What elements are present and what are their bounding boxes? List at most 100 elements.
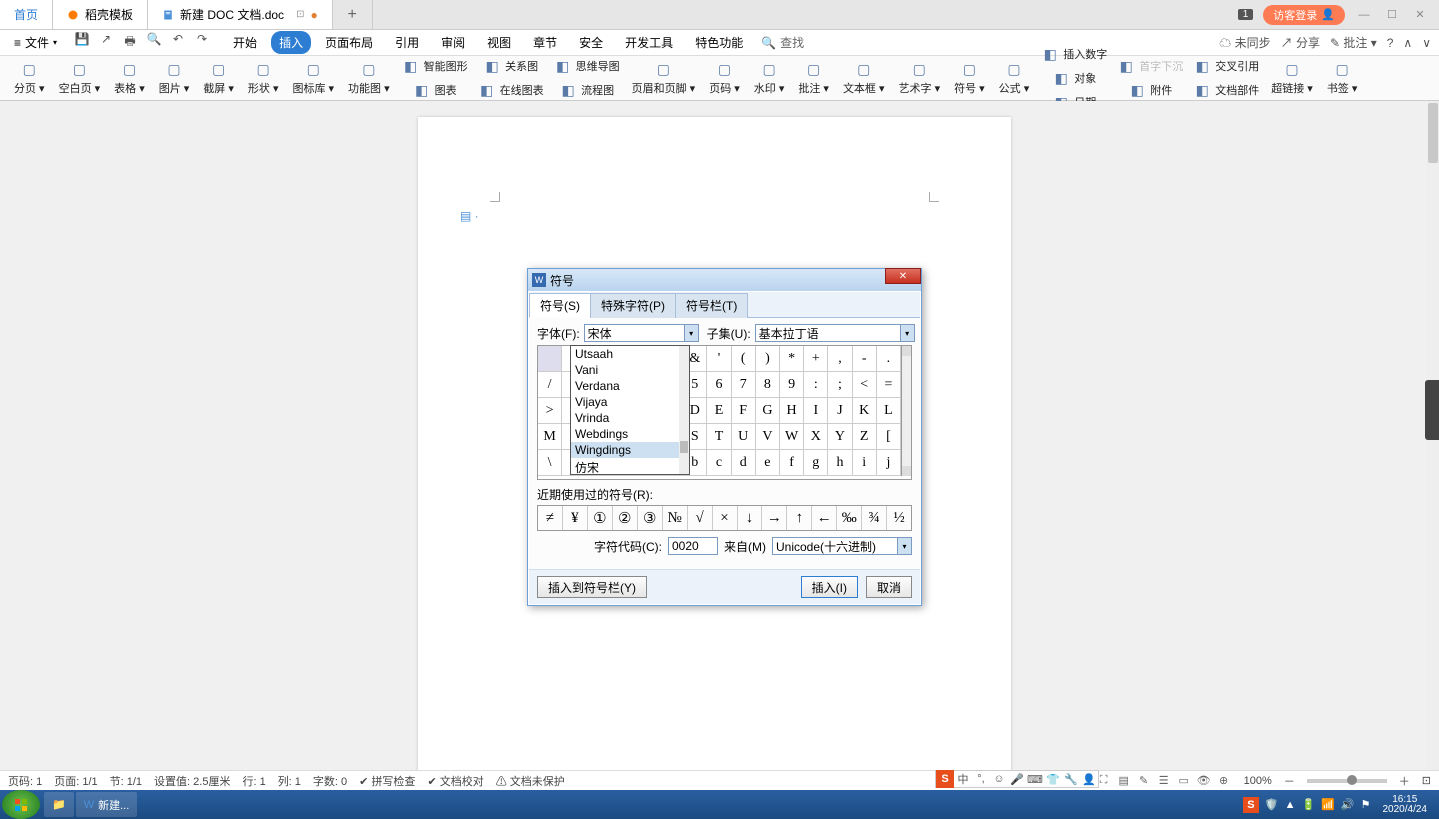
font-dropdown-list[interactable]: UtsaahVaniVerdanaVijayaVrindaWebdingsWin… (570, 345, 690, 475)
file-menu[interactable]: ≡文件▾ (8, 32, 63, 53)
ribbon-分页[interactable]: ▢分页 ▾ (8, 61, 51, 96)
dialog-tab-0[interactable]: 符号(S) (529, 293, 591, 318)
dialog-titlebar[interactable]: W 符号 ✕ (528, 269, 921, 291)
ribbon-图片[interactable]: ▢图片 ▾ (153, 61, 196, 96)
sync-status[interactable]: ☁ 未同步 (1219, 34, 1270, 51)
zoom-in-button[interactable]: ＋ (1399, 773, 1410, 789)
font-option[interactable]: Verdana (571, 378, 689, 394)
view-print-icon[interactable]: ▤ (1116, 773, 1132, 789)
font-option[interactable]: Vani (571, 362, 689, 378)
char-cell[interactable]: F (732, 398, 756, 424)
ribbon-图标库[interactable]: ▢图标库 ▾ (286, 61, 340, 96)
window-maximize[interactable]: ☐ (1383, 6, 1401, 24)
char-code-input[interactable]: 0020 (668, 537, 718, 555)
tray-volume-icon[interactable]: 🔊 (1341, 798, 1355, 811)
char-cell[interactable]: T (707, 424, 731, 450)
ime-lang-icon[interactable]: 中 (954, 770, 972, 788)
recent-symbol[interactable]: ≠ (538, 506, 563, 530)
status-position[interactable]: 设置值: 2.5厘米 (154, 773, 230, 789)
tray-expand-icon[interactable]: ▲ (1285, 799, 1296, 811)
ime-skin-icon[interactable]: 👕 (1044, 770, 1062, 788)
tray-shield-icon[interactable]: 🛡️ (1265, 798, 1279, 811)
window-minimize[interactable]: — (1355, 6, 1373, 24)
qa-preview[interactable]: 🔍 (145, 32, 163, 53)
chevron-down-icon[interactable]: ▾ (900, 325, 914, 341)
char-cell[interactable]: [ (877, 424, 901, 450)
ribbon-附件[interactable]: ◧附件 (1113, 79, 1187, 101)
char-cell[interactable]: Y (828, 424, 852, 450)
share-button[interactable]: ↗ 分享 (1281, 34, 1320, 51)
view-web-icon[interactable]: ☰ (1156, 773, 1172, 789)
ribbon-tab-5[interactable]: 视图 (479, 31, 519, 54)
taskbar-explorer[interactable]: 📁 (44, 792, 74, 817)
ime-emoji-icon[interactable]: ☺ (990, 770, 1008, 788)
recent-symbol[interactable]: ① (588, 506, 613, 530)
recent-symbol[interactable]: № (663, 506, 688, 530)
view-eye-icon[interactable]: 👁 (1196, 773, 1212, 789)
tray-battery-icon[interactable]: 🔋 (1302, 798, 1316, 811)
char-cell[interactable]: + (804, 346, 828, 372)
ime-tool-icon[interactable]: 🔧 (1062, 770, 1080, 788)
ribbon-页眉和页脚[interactable]: ▢页眉和页脚 ▾ (626, 61, 702, 96)
zoom-slider[interactable] (1307, 779, 1387, 783)
char-cell[interactable]: i (853, 450, 877, 476)
dialog-tab-1[interactable]: 特殊字符(P) (590, 293, 676, 318)
recent-symbol[interactable]: → (762, 506, 787, 530)
ribbon-tab-0[interactable]: 开始 (225, 31, 265, 54)
help-icon[interactable]: ? (1387, 36, 1394, 50)
ribbon-插入数字[interactable]: ◧插入数字 (1037, 43, 1111, 65)
subset-combo[interactable]: 基本拉丁语 ▾ (755, 324, 915, 342)
ribbon-表格[interactable]: ▢表格 ▾ (108, 61, 151, 96)
tray-ime-icon[interactable]: S (1243, 797, 1259, 813)
vertical-scrollbar[interactable] (1427, 101, 1439, 789)
taskbar-wps[interactable]: W新建... (76, 792, 138, 817)
ribbon-形状[interactable]: ▢形状 ▾ (242, 61, 285, 96)
zoom-value[interactable]: 100% (1244, 775, 1272, 787)
zoom-fit-button[interactable]: ⊡ (1422, 774, 1431, 787)
view-outline-icon[interactable]: ✎ (1136, 773, 1152, 789)
font-option[interactable]: Vijaya (571, 394, 689, 410)
char-cell[interactable]: , (828, 346, 852, 372)
char-cell[interactable]: G (756, 398, 780, 424)
tray-flag-icon[interactable]: ⚑ (1361, 798, 1371, 811)
qa-save[interactable]: 💾 (73, 32, 91, 53)
char-cell[interactable]: \ (538, 450, 562, 476)
char-cell[interactable]: H (780, 398, 804, 424)
char-cell[interactable]: V (756, 424, 780, 450)
status-page-no[interactable]: 页码: 1 (8, 773, 42, 789)
ribbon-页码[interactable]: ▢页码 ▾ (703, 61, 746, 96)
font-option[interactable]: 仿宋 (571, 458, 689, 475)
char-cell[interactable]: / (538, 372, 562, 398)
recent-symbol[interactable]: ‰ (837, 506, 862, 530)
qa-undo[interactable]: ↶ (169, 32, 187, 53)
ribbon-水印[interactable]: ▢水印 ▾ (748, 61, 791, 96)
view-read-icon[interactable]: ▭ (1176, 773, 1192, 789)
expand-ribbon-icon[interactable]: ∨ (1422, 36, 1431, 50)
char-cell[interactable]: - (853, 346, 877, 372)
tray-clock[interactable]: 16:15 2020/4/24 (1377, 795, 1434, 815)
ribbon-文档部件[interactable]: ◧文档部件 (1189, 79, 1263, 101)
ime-toolbar[interactable]: S 中 °, ☺ 🎤 ⌨ 👕 🔧 👤 (935, 770, 1099, 788)
grid-scrollbar[interactable] (901, 346, 911, 476)
char-cell[interactable] (538, 346, 562, 372)
char-cell[interactable]: W (780, 424, 804, 450)
status-page[interactable]: 页面: 1/1 (54, 773, 97, 789)
chevron-down-icon[interactable]: ▾ (897, 538, 911, 554)
ribbon-功能图[interactable]: ▢功能图 ▾ (342, 61, 396, 96)
tab-add[interactable]: + (333, 0, 373, 29)
recent-symbol[interactable]: ↑ (787, 506, 812, 530)
char-cell[interactable]: d (732, 450, 756, 476)
ribbon-超链接[interactable]: ▢超链接 ▾ (1265, 61, 1319, 96)
recent-symbol[interactable]: ↓ (738, 506, 763, 530)
dropdown-scrollbar[interactable] (679, 346, 689, 474)
ribbon-tab-1[interactable]: 插入 (271, 31, 311, 54)
font-option[interactable]: Webdings (571, 426, 689, 442)
font-option[interactable]: Vrinda (571, 410, 689, 426)
dropdown-scroll-thumb[interactable] (680, 441, 688, 453)
status-section[interactable]: 节: 1/1 (110, 773, 142, 789)
tab-template[interactable]: 稻壳模板 (53, 0, 148, 29)
char-cell[interactable]: ; (828, 372, 852, 398)
scroll-thumb[interactable] (1428, 103, 1438, 163)
ribbon-tab-8[interactable]: 开发工具 (617, 31, 681, 54)
char-cell[interactable]: 7 (732, 372, 756, 398)
